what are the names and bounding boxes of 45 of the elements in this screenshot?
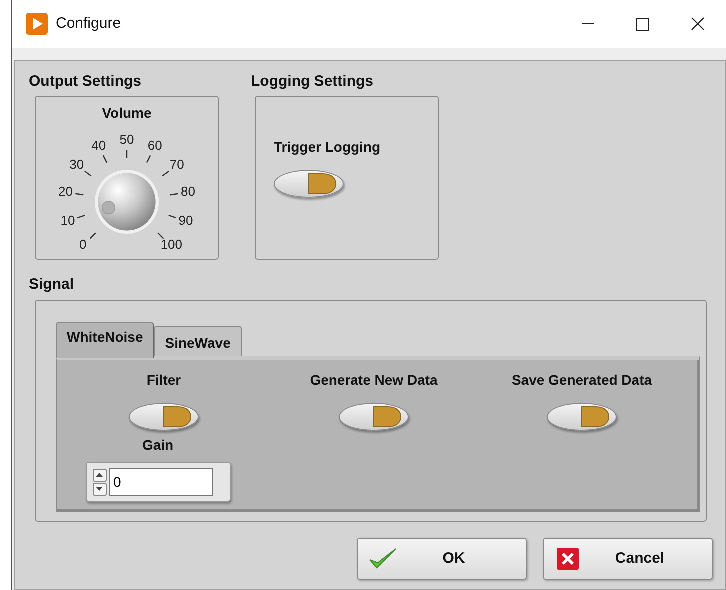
maximize-icon [636,18,648,30]
toggle-switch[interactable] [129,403,199,431]
window-title: Configure [56,14,122,34]
decrement-button[interactable] [92,482,106,496]
toggle-switch[interactable] [547,403,617,431]
dial-tick-label: 10 [60,214,76,227]
dial-tick-label: 30 [68,158,86,172]
play-logo-icon [26,13,48,35]
dial-tick-label: 90 [178,214,194,227]
switch-lever-icon [580,406,610,428]
dial-tick-label: 20 [58,184,74,198]
section-title: Signal [29,274,74,294]
increment-button[interactable] [92,468,106,482]
toggle-switch[interactable] [339,403,409,431]
minimize-icon [582,23,594,25]
gain-numeric-control[interactable]: 0 [86,462,230,502]
dial-tick-label: 0 [78,238,88,252]
toggle-switch[interactable] [274,170,344,198]
tab[interactable]: WhiteNoise [56,322,154,358]
check-icon [368,547,398,571]
gain-field[interactable]: 0 [108,468,212,496]
section-title: Output Settings [29,72,142,92]
close-icon [691,17,705,31]
ok-button[interactable]: OK [357,538,527,580]
dial-tick-label: 70 [168,158,186,172]
control-label: Gain [142,436,174,455]
control-label: Trigger Logging [274,138,382,157]
tab[interactable]: SineWave [154,326,242,356]
control-label: Save Generated Data [512,371,652,390]
control-label: Filter [146,371,182,390]
control-label: Generate New Data [310,371,438,390]
dial-tick-label: 60 [146,139,164,152]
switch-lever-icon [307,172,337,194]
dial-tick-label: 50 [118,132,136,146]
section-title: Logging Settings [251,72,374,92]
close-icon [556,547,580,571]
control-label: Volume [102,104,152,122]
switch-lever-icon [372,406,402,428]
dial-tick-label: 100 [160,238,181,252]
switch-lever-icon [162,406,192,428]
dial-tick-label: 40 [90,139,108,152]
cancel-button[interactable]: Cancel [543,538,713,580]
down-arrow-icon [96,487,103,491]
dial-tick-label: 80 [180,184,196,198]
up-arrow-icon [96,473,103,477]
